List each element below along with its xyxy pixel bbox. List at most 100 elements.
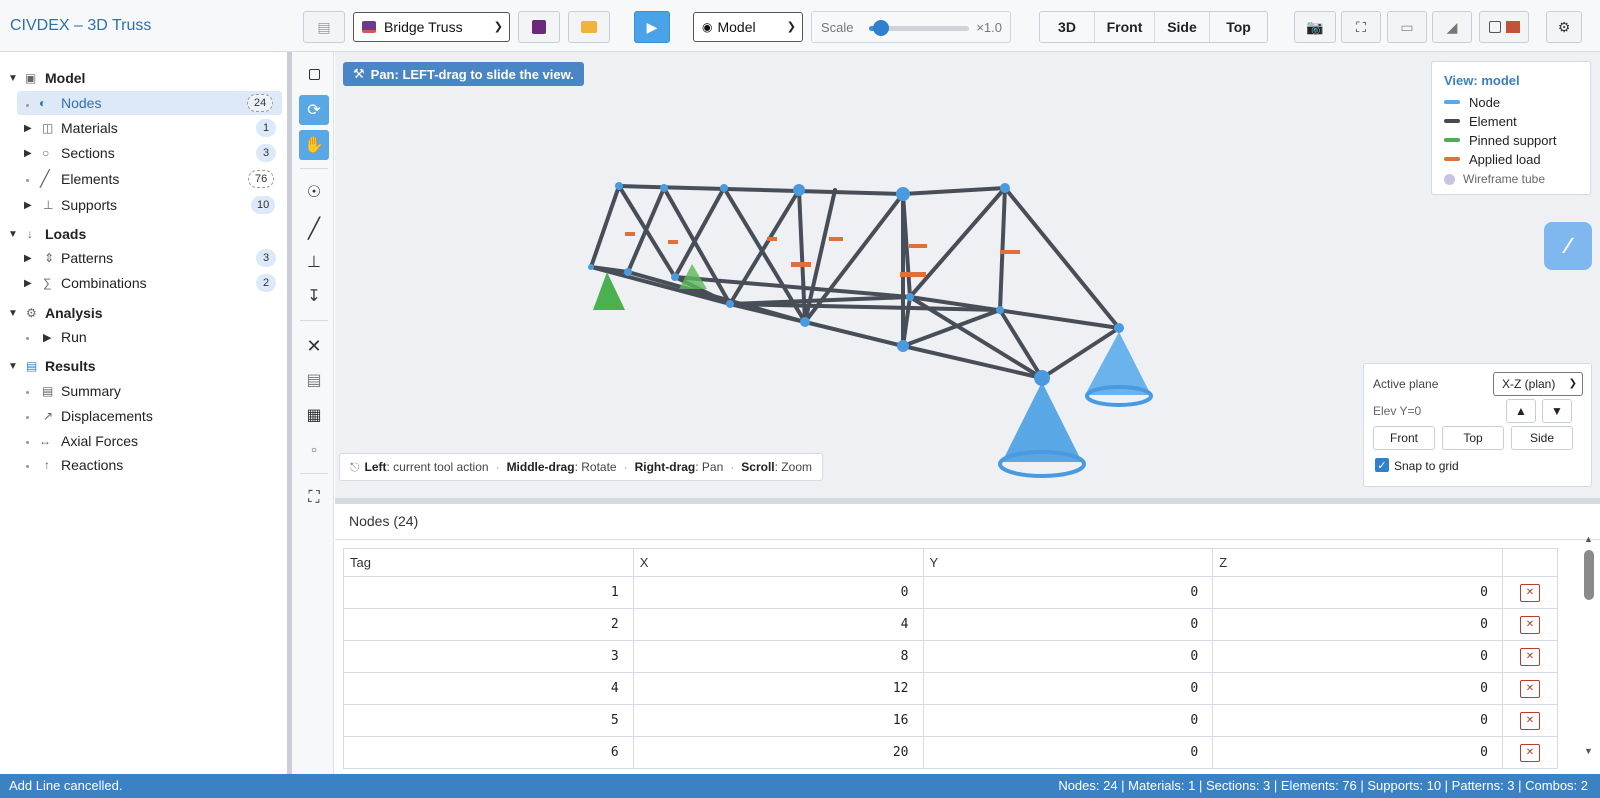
plane-side-button[interactable]: Side <box>1511 426 1573 450</box>
cell-z[interactable]: 0 <box>1212 608 1503 641</box>
tree-item-patterns[interactable]: ▶ ⇕ Patterns 3 <box>0 246 285 270</box>
cell-y[interactable]: 0 <box>922 672 1214 705</box>
delete-row-button[interactable]: ✕ <box>1520 583 1540 602</box>
3d-viewport[interactable]: ⚒ Pan: LEFT-drag to slide the view. View… <box>335 52 1600 498</box>
column-header-tag[interactable]: Tag <box>343 548 634 577</box>
view-top-button[interactable]: Top <box>1210 12 1267 42</box>
plane-front-button[interactable]: Front <box>1373 426 1435 450</box>
cell-y[interactable]: 0 <box>922 640 1214 673</box>
cell-tag[interactable]: 1 <box>343 576 634 609</box>
settings-button[interactable]: ⚙ <box>1546 11 1582 43</box>
scale-slider[interactable] <box>869 20 969 36</box>
cell-tag[interactable]: 2 <box>343 608 634 641</box>
help-left-key: Left <box>364 460 387 474</box>
open-folder-button[interactable] <box>568 11 610 43</box>
model-select[interactable]: Bridge Truss ❯ <box>353 12 510 42</box>
cell-z[interactable]: 0 <box>1212 640 1503 673</box>
add-node-tool[interactable]: ☉ <box>299 177 329 207</box>
cell-tag[interactable]: 4 <box>343 672 634 705</box>
delete-row-button[interactable]: ✕ <box>1520 615 1540 634</box>
elevation-up-button[interactable]: ▲ <box>1506 399 1536 423</box>
add-support-tool[interactable]: ⊥ <box>299 247 329 277</box>
tree-group-results[interactable]: ▼ ▤ Results <box>0 354 285 378</box>
cell-x[interactable]: 16 <box>632 704 924 737</box>
cell-z[interactable]: 0 <box>1212 672 1503 705</box>
view-front-button[interactable]: Front <box>1095 12 1155 42</box>
table-row[interactable]: 6 20 0 0 ✕ <box>343 736 1558 769</box>
cell-y[interactable]: 0 <box>922 736 1214 769</box>
delete-row-button[interactable]: ✕ <box>1520 711 1540 730</box>
add-load-tool[interactable]: ↧ <box>299 281 329 311</box>
cell-x[interactable]: 4 <box>632 608 924 641</box>
tree-item-nodes[interactable]: ◐ Nodes 24 <box>17 91 282 115</box>
tree-group-loads[interactable]: ▼ ↓ Loads <box>0 222 285 246</box>
labels-button[interactable]: ▭ <box>1387 11 1427 43</box>
column-header-z[interactable]: Z <box>1212 548 1503 577</box>
screenshot-button[interactable]: 📷 <box>1294 11 1336 43</box>
cell-z[interactable]: 0 <box>1212 736 1503 769</box>
plane-top-button[interactable]: Top <box>1442 426 1504 450</box>
add-line-tool[interactable]: ╱ <box>299 213 329 243</box>
grid-tool[interactable]: ▦ <box>299 400 329 430</box>
table-row[interactable]: 1 0 0 0 ✕ <box>343 576 1558 609</box>
new-file-button[interactable]: ▤ <box>303 11 345 43</box>
delete-row-button[interactable]: ✕ <box>1520 679 1540 698</box>
wireframe-toggle[interactable] <box>1479 11 1529 43</box>
measure-button[interactable]: ◢ <box>1432 11 1472 43</box>
cell-x[interactable]: 12 <box>632 672 924 705</box>
snap-to-grid-checkbox[interactable]: ✓ <box>1375 458 1389 472</box>
delete-tool[interactable]: ▤ <box>299 365 329 395</box>
table-row[interactable]: 4 12 0 0 ✕ <box>343 672 1558 705</box>
cell-y[interactable]: 0 <box>922 704 1214 737</box>
fit-extents-tool[interactable]: ⛶ <box>299 483 329 513</box>
delete-row-button[interactable]: ✕ <box>1520 743 1540 762</box>
tree-item-sections[interactable]: ▶ ○ Sections 3 <box>0 141 285 165</box>
cell-y[interactable]: 0 <box>922 576 1214 609</box>
cell-x[interactable]: 20 <box>632 736 924 769</box>
cell-x[interactable]: 8 <box>632 640 924 673</box>
assistant-launcher-button[interactable]: ∕ <box>1544 222 1592 270</box>
cancel-tool[interactable]: ✕ <box>299 331 329 361</box>
point-tool[interactable]: ○ <box>299 435 329 465</box>
tree-item-displacements[interactable]: ↗ Displacements <box>0 404 285 428</box>
table-row[interactable]: 3 8 0 0 ✕ <box>343 640 1558 673</box>
cell-tag[interactable]: 5 <box>343 704 634 737</box>
tree-item-combinations[interactable]: ▶ ∑ Combinations 2 <box>0 271 285 295</box>
fit-view-button[interactable]: ⛶ <box>1341 11 1381 43</box>
cell-x[interactable]: 0 <box>632 576 924 609</box>
orbit-tool[interactable]: ⟳ <box>299 95 329 125</box>
active-plane-select[interactable]: X-Z (plan) ❯ <box>1493 372 1583 396</box>
tree-item-reactions[interactable]: ↑ Reactions <box>0 453 285 477</box>
cell-tag[interactable]: 3 <box>343 640 634 673</box>
view-side-button[interactable]: Side <box>1155 12 1210 42</box>
tree-item-materials[interactable]: ▶ ◫ Materials 1 <box>0 116 285 140</box>
select-tool[interactable] <box>299 59 329 89</box>
run-analysis-button[interactable]: ▶ <box>634 11 670 43</box>
scroll-up-icon[interactable]: ▲ <box>1584 534 1593 544</box>
delete-row-button[interactable]: ✕ <box>1520 647 1540 666</box>
table-row[interactable]: 5 16 0 0 ✕ <box>343 704 1558 737</box>
scroll-down-icon[interactable]: ▼ <box>1584 746 1593 756</box>
cell-tag[interactable]: 6 <box>343 736 634 769</box>
tree-group-analysis[interactable]: ▼ ⚙ Analysis <box>0 301 285 325</box>
tree-item-axial-forces[interactable]: ↔ Axial Forces <box>0 429 285 453</box>
table-row[interactable]: 2 4 0 0 ✕ <box>343 608 1558 641</box>
cell-y[interactable]: 0 <box>922 608 1214 641</box>
view-3d-button[interactable]: 3D <box>1040 12 1095 42</box>
column-header-y[interactable]: Y <box>922 548 1214 577</box>
elevation-down-button[interactable]: ▼ <box>1542 399 1572 423</box>
table-scrollbar[interactable]: ▲ ▼ <box>1580 534 1598 759</box>
tree-item-supports[interactable]: ▶ ⊥ Supports 10 <box>0 193 285 217</box>
save-button[interactable] <box>518 11 560 43</box>
scale-slider-thumb[interactable] <box>873 20 889 36</box>
column-header-x[interactable]: X <box>632 548 924 577</box>
tree-item-summary[interactable]: ▤ Summary <box>0 379 285 403</box>
tree-item-run[interactable]: ▶ Run <box>0 325 285 349</box>
display-mode-select[interactable]: ◉ Model ❯ <box>693 12 803 42</box>
tree-item-elements[interactable]: ╱ Elements 76 <box>0 167 285 191</box>
cell-z[interactable]: 0 <box>1212 704 1503 737</box>
scrollbar-thumb[interactable] <box>1584 550 1594 600</box>
pan-tool[interactable]: ✋ <box>299 130 329 160</box>
tree-group-model[interactable]: ▼ ▣ Model <box>0 66 285 90</box>
cell-z[interactable]: 0 <box>1212 576 1503 609</box>
